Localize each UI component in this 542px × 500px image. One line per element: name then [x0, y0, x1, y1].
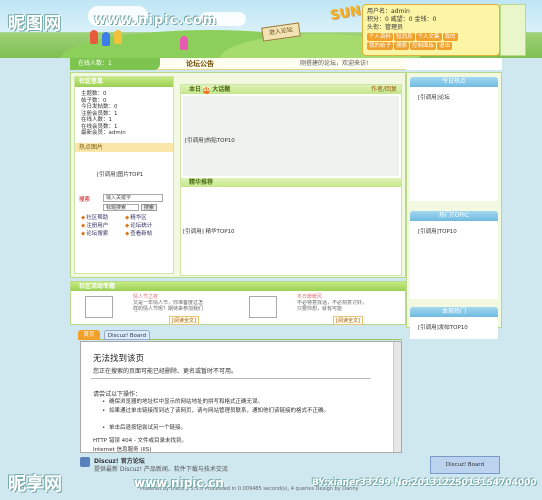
watermark-logo: 昵图网: [8, 14, 62, 34]
logout-link[interactable]: 退出: [437, 42, 453, 50]
bullet-icon: ◆: [81, 222, 86, 229]
hot-topic-title: 热门TOPIC: [410, 211, 498, 221]
tab-discuz-board[interactable]: Discuz! Board: [104, 330, 150, 340]
blog-link[interactable]: 个人文集: [415, 33, 442, 41]
week-hot-call: [引调用]发帖TOP10: [418, 325, 468, 331]
activity-text: 冬日暖暖风 不必特意找话，不必刻意讨好，只要你想，就有可能: [297, 294, 367, 312]
hot-topic-body: [引调用]TOP10: [410, 221, 498, 299]
error-title: 无法找到该页: [93, 354, 145, 364]
hot-topics-head: 本日 10 大话题 作者/回复: [181, 85, 401, 94]
watermark-id: BY:xianer33299 No:20131225013154704000: [312, 478, 537, 488]
activity-card[interactable]: 情人节之夜 又是一年情人节，你准备度过怎样的情人节呢？期待来参加我们组织的par…: [85, 294, 205, 325]
bullet-icon: ◆: [81, 230, 86, 237]
quick-link[interactable]: ◆论坛搜索: [81, 231, 125, 238]
digest-head: 精华推荐: [181, 178, 401, 187]
activity-card-desc: 不必特意找话，不必刻意讨好，只要你想，就有可能: [297, 300, 367, 312]
nav-right-blank: [406, 58, 502, 70]
search-button[interactable]: 搜索: [140, 203, 157, 211]
error-suggestion: 如果通过单击链接而到达了该网页，请与网站管理员联系，通知他们该链接的格式不正确。: [102, 408, 369, 415]
user-title: 头衔：管理员: [367, 24, 404, 31]
broken-image-icon: [249, 296, 277, 318]
week-hot-title: 本周热门: [410, 307, 498, 317]
error-description: 您正在搜索的页面可能已经删除、更名或暂时不可用。: [93, 368, 238, 375]
error-try-label: 请尝试以下操作：: [93, 391, 142, 398]
watermark-url: www.nipic.com: [94, 13, 218, 28]
right-panel: 今日热点 [引调用]论坛 热门TOPIC [引调用]TOP10 本周热门 [引调…: [406, 72, 502, 339]
hot-head-text: 本日: [189, 86, 202, 93]
week-hot-body: [引调用]发帖TOP10: [410, 317, 498, 339]
hot-pictures-call: [引调用]图片TOP1: [97, 171, 144, 178]
user-stats: 积分：0 威望：0 金钱：0: [367, 16, 437, 23]
search-label: 搜索: [79, 196, 91, 203]
announcement-label: 论坛公告: [186, 60, 214, 68]
digest-call: [引调用] 精华TOP10: [183, 229, 235, 235]
side-decoration: [500, 4, 526, 56]
today-hot-call: [引调用]论坛: [418, 95, 450, 101]
bullet-icon: ◆: [125, 222, 130, 229]
error-suggestion: 确保浏览器的地址栏中显示的网站地址的拼写和格式正确无误。: [102, 399, 263, 406]
hot-topic-call: [引调用]TOP10: [418, 229, 457, 235]
my-posts-link[interactable]: 我的帖子: [367, 42, 394, 50]
user-panel: 用户名：admin 积分：0 威望：0 金钱：0 头衔：管理员 个人资料 短消息个…: [362, 4, 500, 56]
hot-pictures-title: 热点图片: [75, 142, 173, 152]
error-code: HTTP 错误 404 - 文件或目录未找到。: [93, 438, 188, 444]
bottom-watermark: 昵享网 www.nipic.cn BY:xianer33299 No:20131…: [0, 468, 542, 500]
announcement-text[interactable]: 刚搭建的论坛，欢迎来访!: [300, 58, 368, 70]
quick-link[interactable]: ◆论坛统计: [125, 223, 169, 230]
control-panel-link[interactable]: 控制面板: [410, 42, 437, 50]
hot-head-tail: 大话题: [212, 86, 231, 93]
hot-topics-call: [引调用]热贴TOP10: [185, 138, 235, 144]
error-suggestion: 单击后退按钮尝试另一个链接。: [102, 425, 186, 432]
my-link[interactable]: 我的: [442, 33, 458, 41]
kid-figure: [90, 30, 98, 44]
tab-bar: 首页 Discuz! Board: [78, 330, 402, 340]
quick-links: ◆社区帮助 ◆精华区 ◆注册用户 ◆论坛统计 ◆论坛搜索 ◆查看新帖: [75, 211, 173, 238]
activity-card-desc: 又是一年情人节，你准备度过怎样的情人节呢？期待来参加我们组织的party吧: [133, 300, 203, 312]
activity-text: 情人节之夜 又是一年情人节，你准备度过怎样的情人节呢？期待来参加我们组织的par…: [133, 294, 203, 312]
watermark-url-bottom: www.nipic.cn: [134, 476, 224, 490]
activity-band: 社区活动专题 情人节之夜 又是一年情人节，你准备度过怎样的情人节呢？期待来参加我…: [70, 281, 406, 325]
search-link[interactable]: 搜索: [394, 42, 410, 50]
bullet-icon: ◆: [81, 214, 86, 221]
hot-topics-area: [引调用]热贴TOP10: [183, 96, 399, 176]
quick-link[interactable]: ◆注册用户: [81, 223, 125, 230]
kid-figure: [114, 30, 122, 44]
hot-more-link[interactable]: 作者/回复: [371, 85, 397, 94]
tab-home[interactable]: 首页: [78, 330, 100, 340]
activity-title: 社区活动专题: [71, 282, 405, 291]
user-name: 用户名：admin: [367, 8, 410, 15]
today-hot-title: 今日热点: [410, 77, 498, 87]
search-type-select[interactable]: 标题搜索: [103, 203, 139, 211]
broken-image-icon: [85, 296, 113, 318]
kid-figure: [102, 32, 110, 46]
community-info-title: 社区信息: [75, 77, 173, 87]
quick-link[interactable]: ◆精华区: [125, 215, 169, 222]
bullet-icon: ◆: [125, 214, 130, 221]
stat-newest-member: 最新会员：admin: [81, 130, 126, 136]
activity-card[interactable]: 冬日暖暖风 不必特意找话，不必刻意讨好，只要你想，就有可能 [阅读全文]: [249, 294, 369, 325]
quick-link[interactable]: ◆社区帮助: [81, 215, 125, 222]
profile-link[interactable]: 个人资料: [367, 33, 394, 41]
discuz-logo-icon: [80, 457, 90, 467]
error-server: Internet 信息服务 (IIS): [93, 447, 152, 453]
read-more-link[interactable]: [阅读全文]: [333, 316, 363, 325]
pm-link[interactable]: 短消息: [394, 33, 415, 41]
bullet-icon: ◆: [125, 230, 130, 237]
hot-count-badge: 10: [203, 87, 211, 94]
quick-link[interactable]: ◆查看新帖: [125, 231, 169, 238]
kid-figure: [180, 36, 188, 50]
divider: [91, 378, 371, 379]
watermark-logo-bottom: 昵享网: [8, 474, 62, 495]
digest-area: [引调用] 精华TOP10: [181, 187, 401, 271]
today-hot-body: [引调用]论坛: [410, 87, 498, 201]
error-page-frame: 无法找到该页 您正在搜索的页面可能已经删除、更名或暂时不可用。 请尝试以下操作：…: [80, 341, 402, 453]
read-more-link[interactable]: [阅读全文]: [169, 316, 199, 325]
community-info-panel: 社区信息 主题数：0 帖子数：0 今日发帖数：0 注册会员数：1 在线人数：1 …: [74, 76, 174, 274]
scrollbar[interactable]: [393, 342, 401, 452]
online-count: 在线人数：1: [70, 58, 160, 70]
center-panel: 本日 10 大话题 作者/回复 [引调用]热贴TOP10 精华推荐 [引调用] …: [180, 84, 402, 276]
search-input[interactable]: 输入关键字: [103, 193, 163, 202]
